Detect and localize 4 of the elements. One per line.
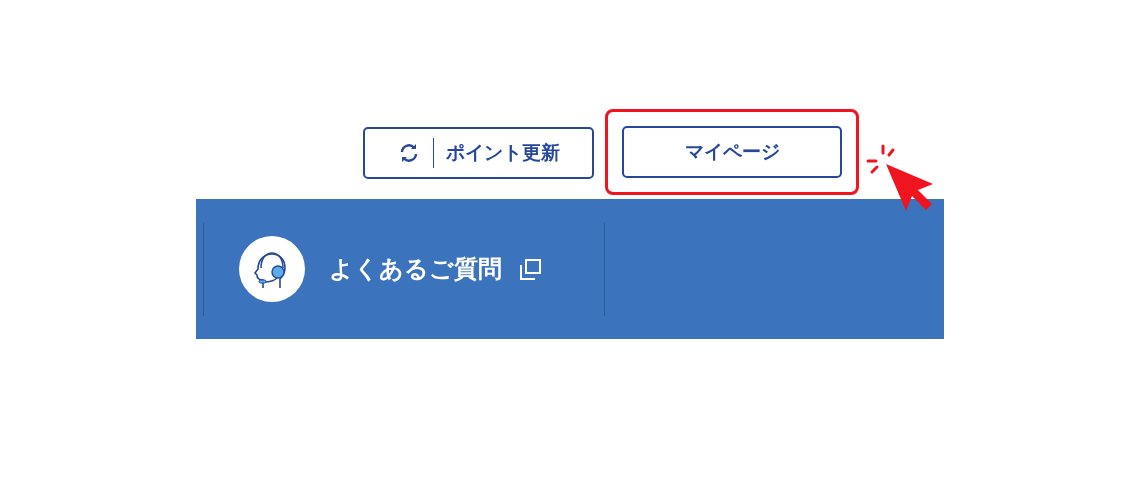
my-page-button[interactable]: マイページ bbox=[622, 126, 842, 178]
faq-link[interactable]: よくあるご質問 bbox=[203, 222, 605, 316]
headset-support-icon bbox=[239, 236, 305, 302]
refresh-points-button[interactable]: ポイント更新 bbox=[363, 127, 594, 179]
